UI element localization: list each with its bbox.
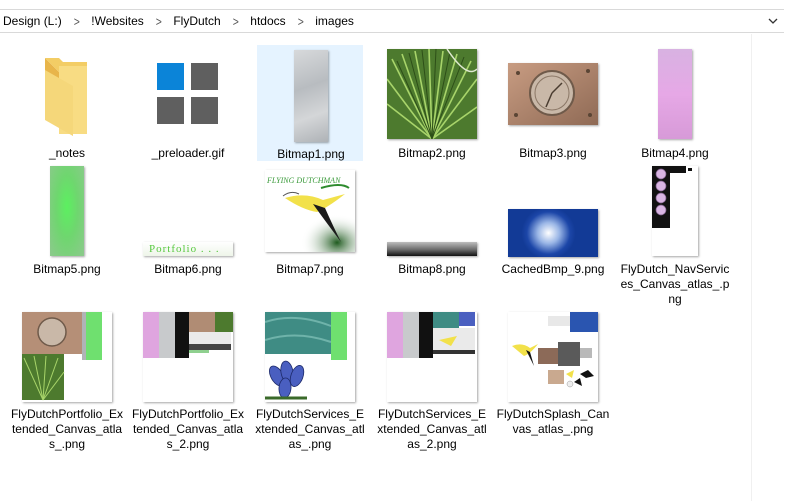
bitmap4-thumbnail — [658, 49, 692, 139]
file-name[interactable]: Bitmap4.png — [618, 146, 732, 161]
chevron-right-icon[interactable]: > — [225, 14, 245, 29]
bitmap1-thumbnail — [294, 50, 328, 142]
preloader-thumbnail — [155, 61, 221, 127]
thumbnail — [379, 161, 485, 261]
breadcrumb-flydutch[interactable]: FlyDutch — [171, 14, 222, 28]
bitmap3-thumbnail — [508, 63, 598, 125]
file-item-bitmap1[interactable]: Bitmap1.png — [257, 45, 363, 161]
file-item-bitmap8[interactable]: Bitmap8.png — [379, 161, 485, 277]
thumbnail — [500, 44, 606, 144]
thumbnail — [258, 46, 364, 146]
chevron-right-icon[interactable]: > — [148, 14, 168, 29]
address-bar[interactable]: Design (L:) > !Websites > FlyDutch > htd… — [0, 9, 784, 33]
folder-icon — [45, 58, 87, 136]
chevron-right-icon[interactable]: > — [66, 14, 86, 29]
file-name[interactable]: Bitmap3.png — [496, 146, 610, 161]
file-item-cachedbmp9[interactable]: CachedBmp_9.png — [500, 161, 606, 277]
thumbnail — [500, 307, 606, 407]
file-name[interactable]: FlyDutchServices_Extended_Canvas_atlas_.… — [253, 407, 367, 452]
address-history-dropdown[interactable] — [762, 10, 784, 32]
bitmap6-text: Portfolio . . . — [149, 243, 220, 255]
thumbnail — [379, 44, 485, 144]
file-item-bitmap6[interactable]: Portfolio . . . Bitmap6.png — [135, 161, 241, 277]
thumbnail — [379, 307, 485, 407]
file-item-preloader[interactable]: _preloader.gif — [135, 44, 241, 160]
file-item-bitmap5[interactable]: Bitmap5.png — [14, 161, 120, 277]
file-name[interactable]: Bitmap8.png — [375, 262, 489, 277]
bitmap2-thumbnail — [387, 49, 477, 139]
file-name[interactable]: FlyDutchSplash_Canvas_atlas_.png — [496, 407, 610, 437]
services-atlas-thumbnail — [265, 312, 355, 402]
file-name[interactable]: Bitmap7.png — [253, 262, 367, 277]
file-name[interactable]: FlyDutchPortfolio_Extended_Canvas_atlas_… — [131, 407, 245, 452]
file-name[interactable]: CachedBmp_9.png — [496, 262, 610, 277]
file-name[interactable]: _preloader.gif — [131, 146, 245, 161]
file-name[interactable]: Bitmap1.png — [254, 147, 368, 162]
thumbnail: FLYING DUTCHMAN — [257, 161, 363, 261]
portfolio-atlas-thumbnail — [22, 312, 112, 402]
chevron-down-icon — [768, 18, 778, 24]
chevron-right-icon[interactable]: > — [290, 14, 310, 29]
file-name[interactable]: FlyDutchPortfolio_Extended_Canvas_atlas_… — [10, 407, 124, 452]
file-item-services-atlas-2[interactable]: FlyDutchServices_Extended_Canvas_atlas_2… — [377, 307, 487, 451]
bitmap7-thumbnail: FLYING DUTCHMAN — [265, 170, 355, 252]
file-name[interactable]: Bitmap2.png — [375, 146, 489, 161]
thumbnail — [14, 307, 120, 407]
thumbnail — [622, 44, 728, 144]
file-name[interactable]: FlyDutch_NavServices_Canvas_atlas_.png — [618, 262, 732, 307]
file-item-navservices-atlas[interactable]: FlyDutch_NavServices_Canvas_atlas_.png — [621, 161, 729, 306]
breadcrumb-htdocs[interactable]: htdocs — [248, 14, 287, 28]
bird-graphic — [282, 184, 355, 252]
pane-divider — [751, 34, 752, 501]
file-name[interactable]: _notes — [10, 146, 124, 161]
file-item-notes[interactable]: _notes — [14, 44, 120, 160]
file-item-bitmap4[interactable]: Bitmap4.png — [622, 44, 728, 160]
bitmap5-thumbnail — [50, 166, 84, 256]
bitmap8-thumbnail — [387, 242, 477, 256]
thumbnail: Portfolio . . . — [135, 161, 241, 261]
navservices-thumbnail — [652, 166, 698, 256]
file-item-bitmap3[interactable]: Bitmap3.png — [500, 44, 606, 160]
file-item-portfolio-atlas-2[interactable]: FlyDutchPortfolio_Extended_Canvas_atlas_… — [132, 307, 244, 451]
cachedbmp9-thumbnail — [508, 209, 598, 257]
portfolio-atlas-2-thumbnail — [143, 312, 233, 402]
thumbnail — [135, 307, 241, 407]
breadcrumb: Design (L:) > !Websites > FlyDutch > htd… — [1, 10, 356, 32]
thumbnail — [14, 161, 120, 261]
thumbnail — [622, 161, 728, 261]
file-item-services-atlas[interactable]: FlyDutchServices_Extended_Canvas_atlas_.… — [255, 307, 365, 451]
splash-atlas-thumbnail — [508, 312, 598, 402]
thumbnail — [257, 307, 363, 407]
thumbnail — [500, 161, 606, 261]
file-name[interactable]: FlyDutchServices_Extended_Canvas_atlas_2… — [375, 407, 489, 452]
file-name[interactable]: Bitmap5.png — [10, 262, 124, 277]
file-item-bitmap2[interactable]: Bitmap2.png — [379, 44, 485, 160]
bitmap6-thumbnail: Portfolio . . . — [143, 242, 233, 256]
services-atlas-2-thumbnail — [387, 312, 477, 402]
file-name[interactable]: Bitmap6.png — [131, 262, 245, 277]
file-item-bitmap7[interactable]: FLYING DUTCHMAN Bitmap7.png — [257, 161, 363, 277]
breadcrumb-drive[interactable]: Design (L:) — [1, 14, 64, 28]
thumbnail — [14, 44, 120, 144]
thumbnail — [135, 44, 241, 144]
file-item-splash-atlas[interactable]: FlyDutchSplash_Canvas_atlas_.png — [497, 307, 609, 436]
breadcrumb-websites[interactable]: !Websites — [89, 14, 145, 28]
breadcrumb-images[interactable]: images — [313, 14, 356, 28]
file-item-portfolio-atlas[interactable]: FlyDutchPortfolio_Extended_Canvas_atlas_… — [11, 307, 123, 451]
